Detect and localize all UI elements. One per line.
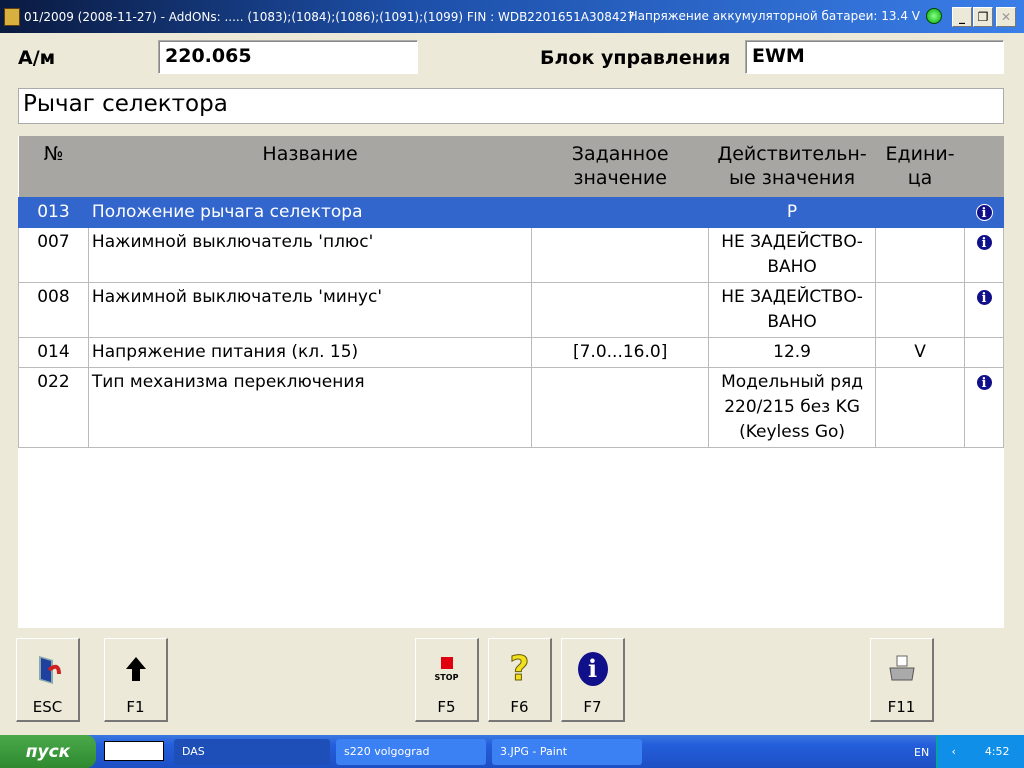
info-icon[interactable]: i xyxy=(975,288,993,306)
language-indicator[interactable]: EN xyxy=(914,746,929,759)
row-target: [7.0...16.0] xyxy=(531,336,710,368)
f1-button[interactable]: F1 xyxy=(104,638,168,722)
row-name: Тип механизма переключения xyxy=(87,366,533,448)
status-led-icon xyxy=(926,8,942,24)
section-title: Рычаг селектора xyxy=(18,88,1004,124)
exit-door-icon xyxy=(17,651,78,687)
window-title: 01/2009 (2008-11-27) - AddONs: ..... (10… xyxy=(24,9,635,24)
row-unit xyxy=(875,281,965,338)
table-row[interactable]: 008 Нажимной выключатель 'минус' НЕ ЗАДЕЙС… xyxy=(18,281,1004,338)
control-unit-label: Блок управления xyxy=(540,47,731,69)
col-unit: Едини-ца xyxy=(875,136,965,197)
vehicle-field: 220.065 xyxy=(158,40,418,74)
info-icon[interactable]: i xyxy=(975,373,993,391)
col-number: № xyxy=(18,136,89,197)
title-bar: 01/2009 (2008-11-27) - AddONs: ..... (10… xyxy=(0,0,1024,33)
arrow-up-icon xyxy=(105,651,166,687)
row-number: 022 xyxy=(18,366,89,448)
f5-stop-button[interactable]: STOP F5 xyxy=(415,638,479,722)
row-name: Напряжение питания (кл. 15) xyxy=(87,336,533,368)
row-unit: V xyxy=(875,336,965,368)
row-unit xyxy=(875,226,965,283)
table-row[interactable]: 007 Нажимной выключатель 'плюс' НЕ ЗАДЕЙСТ… xyxy=(18,226,1004,283)
row-name: Положение рычага селектора xyxy=(87,196,533,228)
taskbar: пуск DAS s220 volgograd 3.JPG - Paint EN… xyxy=(0,735,1024,768)
table-row[interactable]: 014 Напряжение питания (кл. 15) [7.0...16.… xyxy=(18,336,1004,368)
task-folder[interactable]: s220 volgograd xyxy=(336,739,486,765)
row-actual: Модельный ряд 220/215 без KG (Keyless Go… xyxy=(708,366,877,448)
col-name: Название xyxy=(88,136,532,197)
battery-voltage: Напряжение аккумуляторной батареи: 13.4 … xyxy=(628,9,920,23)
table-row[interactable]: 013 Положение рычага селектора Pi xyxy=(18,196,1004,228)
tray-expand-icon[interactable]: ‹ xyxy=(951,745,955,758)
row-name: Нажимной выключатель 'минус' xyxy=(87,281,533,338)
col-target: Заданное значение xyxy=(531,136,709,197)
row-target xyxy=(531,281,710,338)
row-actual: НЕ ЗАДЕЙСТВО-ВАНО xyxy=(708,281,877,338)
app-icon xyxy=(4,7,20,26)
help-question-icon: ? xyxy=(509,649,530,690)
row-number: 008 xyxy=(18,281,89,338)
row-number: 007 xyxy=(18,226,89,283)
f6-help-button[interactable]: ? F6 xyxy=(488,638,552,722)
row-actual: НЕ ЗАДЕЙСТВО-ВАНО xyxy=(708,226,877,283)
row-number: 014 xyxy=(18,336,89,368)
col-actual: Действительн-ые значения xyxy=(708,136,876,197)
table-row[interactable]: 022 Тип механизма переключения Модельный р… xyxy=(18,366,1004,448)
info-icon: i xyxy=(562,651,623,687)
row-unit xyxy=(875,196,965,228)
esc-button[interactable]: ESC xyxy=(16,638,80,722)
control-unit-field: EWM xyxy=(745,40,1004,74)
row-target xyxy=(531,196,710,228)
minimize-button[interactable]: _ xyxy=(952,7,972,27)
vehicle-label: А/м xyxy=(18,47,56,69)
stop-icon: STOP xyxy=(416,651,477,687)
keyboard-icon[interactable] xyxy=(104,741,164,761)
start-button[interactable]: пуск xyxy=(0,735,96,768)
row-actual: 12.9 xyxy=(708,336,877,368)
restore-button[interactable]: ❐ xyxy=(973,7,993,27)
task-paint[interactable]: 3.JPG - Paint xyxy=(492,739,642,765)
task-das[interactable]: DAS xyxy=(174,739,330,765)
row-actual: P xyxy=(708,196,877,228)
close-button[interactable]: ✕ xyxy=(996,7,1016,27)
info-icon[interactable]: i xyxy=(975,233,993,251)
f7-info-button[interactable]: i F7 xyxy=(561,638,625,722)
printer-icon xyxy=(871,651,932,687)
info-icon[interactable]: i xyxy=(975,203,993,221)
system-tray: ‹ 4:52 xyxy=(936,735,1024,768)
clock: 4:52 xyxy=(984,745,1010,758)
row-unit xyxy=(875,366,965,448)
row-name: Нажимной выключатель 'плюс' xyxy=(87,226,533,283)
row-number: 013 xyxy=(18,196,89,228)
values-table: № Название Заданное значение Действитель… xyxy=(18,136,1004,628)
row-target xyxy=(531,226,710,283)
row-target xyxy=(531,366,710,448)
f11-print-button[interactable]: F11 xyxy=(870,638,934,722)
